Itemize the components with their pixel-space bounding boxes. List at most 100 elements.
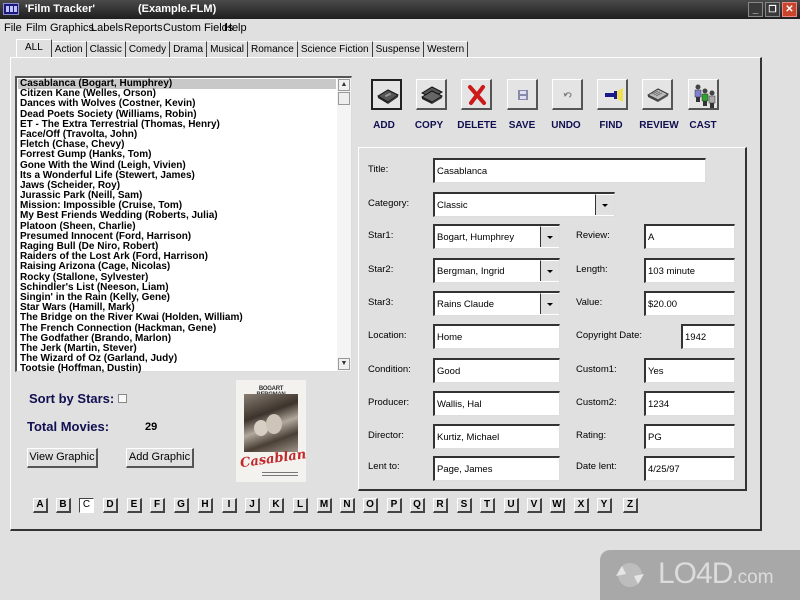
condition-label: Condition: <box>368 364 411 375</box>
find-button[interactable] <box>597 79 628 110</box>
star2-select[interactable]: Bergman, Ingrid <box>433 258 560 283</box>
videotape-icon <box>377 89 399 104</box>
movie-list-items: Casablanca (Bogart, Humphrey) Citizen Kan… <box>18 78 336 374</box>
value-input[interactable]: $20.00 <box>644 291 735 316</box>
menu-help[interactable]: Help <box>224 22 247 34</box>
lent-to-input[interactable]: Page, James <box>433 456 560 481</box>
letter-button-n[interactable]: N <box>340 498 355 513</box>
tab-drama[interactable]: Drama <box>170 41 208 57</box>
chevron-down-icon[interactable] <box>540 260 559 281</box>
letter-button-z[interactable]: Z <box>623 498 638 513</box>
menu-file[interactable]: File <box>4 22 22 34</box>
save-button[interactable] <box>507 79 538 110</box>
length-input[interactable]: 103 minute <box>644 258 735 283</box>
letter-button-f[interactable]: F <box>150 498 165 513</box>
tab-suspense[interactable]: Suspense <box>372 41 425 57</box>
copyright-date-input[interactable]: 1942 <box>681 324 735 349</box>
cast-button[interactable] <box>688 79 719 110</box>
menu-labels[interactable]: Labels <box>91 22 123 34</box>
letter-button-q[interactable]: Q <box>410 498 425 513</box>
letter-button-u[interactable]: U <box>504 498 519 513</box>
star1-select[interactable]: Bogart, Humphrey <box>433 224 560 249</box>
letter-button-l[interactable]: L <box>293 498 308 513</box>
scroll-thumb[interactable] <box>338 92 350 105</box>
letter-button-p[interactable]: P <box>387 498 402 513</box>
letter-button-e[interactable]: E <box>127 498 142 513</box>
movie-listbox[interactable]: Casablanca (Bogart, Humphrey) Citizen Kan… <box>15 76 352 374</box>
tab-western[interactable]: Western <box>424 41 469 57</box>
lent-to-label: Lent to: <box>368 461 400 472</box>
letter-button-v[interactable]: V <box>527 498 542 513</box>
letter-button-k[interactable]: K <box>269 498 284 513</box>
chevron-down-icon[interactable] <box>540 226 559 247</box>
letter-button-g[interactable]: G <box>174 498 189 513</box>
letter-button-s[interactable]: S <box>457 498 472 513</box>
letter-button-i[interactable]: I <box>222 498 237 513</box>
custom1-input[interactable]: Yes <box>644 358 735 383</box>
review-button[interactable] <box>642 79 673 110</box>
tab-classic[interactable]: Classic <box>86 41 126 57</box>
list-item[interactable]: The Bridge on the River Kwai (Holden, Wi… <box>18 313 336 323</box>
letter-button-w[interactable]: W <box>550 498 565 513</box>
chevron-down-icon[interactable] <box>540 293 559 314</box>
close-button[interactable]: ✕ <box>782 2 797 17</box>
list-scrollbar[interactable]: ▲ ▼ <box>337 78 351 371</box>
producer-input[interactable]: Wallis, Hal <box>433 391 560 416</box>
add-button[interactable] <box>371 79 402 110</box>
category-tabs: ALL Action Classic Comedy Drama Musical … <box>16 39 469 58</box>
letter-button-o[interactable]: O <box>363 498 378 513</box>
sort-by-stars-checkbox[interactable] <box>118 394 127 403</box>
menu-custom-fields[interactable]: Custom Fields <box>163 22 233 34</box>
star1-label: Star1: <box>368 230 394 241</box>
location-input[interactable]: Home <box>433 324 560 349</box>
date-lent-input[interactable]: 4/25/97 <box>644 456 735 481</box>
letter-button-a[interactable]: A <box>33 498 48 513</box>
movie-poster-image: BOGART BERGMAN HENREID Casablanca <box>236 380 306 482</box>
window-title: 'Film Tracker' <box>25 3 96 15</box>
letter-button-h[interactable]: H <box>198 498 213 513</box>
list-item[interactable]: Tootsie (Hoffman, Dustin) <box>18 364 336 374</box>
tab-all[interactable]: ALL <box>16 39 52 57</box>
copy-button[interactable] <box>416 79 447 110</box>
undo-button[interactable] <box>552 79 583 110</box>
view-graphic-button[interactable]: View Graphic <box>27 448 98 468</box>
director-input[interactable]: Kurtiz, Michael <box>433 424 560 449</box>
tab-musical[interactable]: Musical <box>207 41 248 57</box>
tab-action[interactable]: Action <box>51 41 87 57</box>
restore-button[interactable]: ❐ <box>765 2 780 17</box>
condition-input[interactable]: Good <box>433 358 560 383</box>
delete-button[interactable] <box>461 79 492 110</box>
letter-button-d[interactable]: D <box>103 498 118 513</box>
letter-button-y[interactable]: Y <box>597 498 612 513</box>
letter-button-j[interactable]: J <box>245 498 260 513</box>
menu-film[interactable]: Film <box>26 22 47 34</box>
scroll-down-button[interactable]: ▼ <box>338 358 350 370</box>
letter-button-b[interactable]: B <box>56 498 71 513</box>
letter-button-x[interactable]: X <box>574 498 589 513</box>
category-select[interactable]: Classic <box>433 192 615 217</box>
menu-reports[interactable]: Reports <box>124 22 163 34</box>
letter-button-r[interactable]: R <box>433 498 448 513</box>
chevron-down-icon[interactable] <box>595 194 614 215</box>
title-input[interactable]: Casablanca <box>433 158 706 183</box>
category-value: Classic <box>437 200 468 211</box>
minimize-button[interactable]: _ <box>748 2 763 17</box>
star3-select[interactable]: Rains Claude <box>433 291 560 316</box>
tab-science-fiction[interactable]: Science Fiction <box>297 41 373 57</box>
add-graphic-button[interactable]: Add Graphic <box>126 448 194 468</box>
custom2-input[interactable]: 1234 <box>644 391 735 416</box>
scroll-up-button[interactable]: ▲ <box>338 79 350 91</box>
menu-graphics[interactable]: Graphics <box>50 22 94 34</box>
letter-button-c[interactable]: C <box>79 498 94 513</box>
review-input[interactable]: A <box>644 224 735 249</box>
tab-comedy[interactable]: Comedy <box>125 41 171 57</box>
list-item[interactable]: Forrest Gump (Hanks, Tom) <box>18 150 336 160</box>
lo4d-logo-icon <box>616 563 644 587</box>
tab-romance[interactable]: Romance <box>248 41 298 57</box>
title-bar[interactable]: 'Film Tracker' (Example.FLM) _ ❐ ✕ <box>0 0 800 19</box>
rating-input[interactable]: PG <box>644 424 735 449</box>
floppy-disk-icon <box>518 90 528 100</box>
letter-button-m[interactable]: M <box>317 498 332 513</box>
cast-label: CAST <box>689 120 717 131</box>
letter-button-t[interactable]: T <box>480 498 495 513</box>
